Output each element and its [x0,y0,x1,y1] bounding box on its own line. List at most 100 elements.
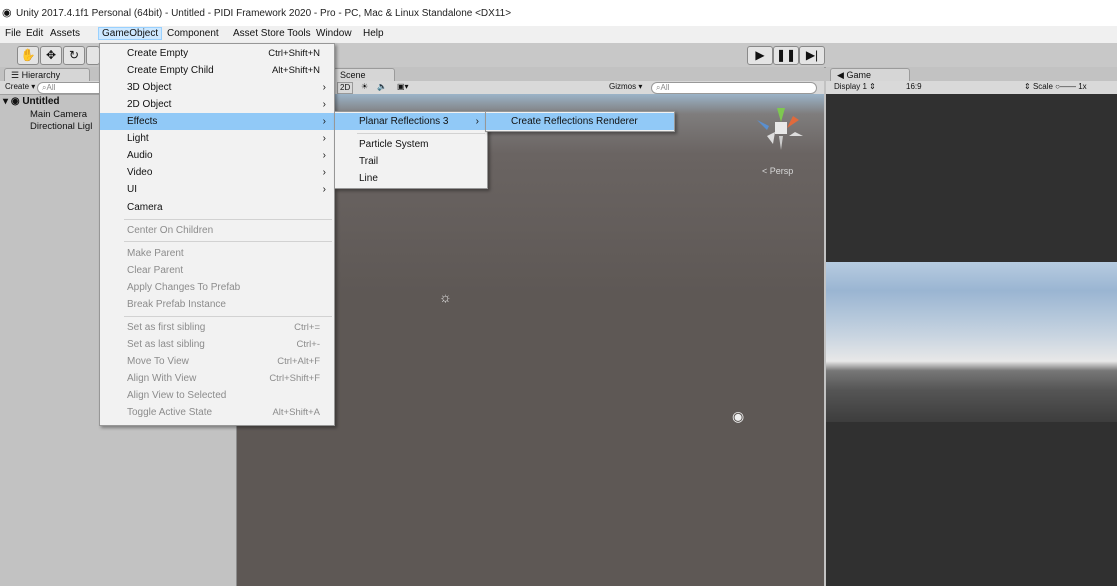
move-tool-button[interactable]: ✥ [40,46,62,65]
persp-label[interactable]: < Persp [762,166,793,176]
scene-toolbar: 2D ☀ 🔈 ▣▾ Gizmos ▾ ⌕All [333,81,824,95]
menu-component[interactable]: Component [164,28,222,39]
menu-camera[interactable]: Camera [100,199,334,216]
menu-item-label: Set as first sibling [127,322,206,333]
menu-item-label: Set as last sibling [127,339,205,350]
menu-video[interactable]: Video › [100,164,334,181]
menu-item-shortcut: Ctrl+Alt+F [277,356,320,367]
menu-item-label: Align With View [127,373,197,384]
tab-hierarchy-label: Hierarchy [21,70,61,80]
menu-center-on-children[interactable]: Center On Children [100,222,334,239]
play-icon: ▶ [755,48,765,62]
menu-align-view-to-selected[interactable]: Align View to Selected [100,387,334,404]
list-item[interactable]: Main Camera [30,109,87,120]
aspect-dropdown[interactable]: 16:9 [904,82,924,92]
menu-line[interactable]: Line [335,170,487,187]
chevron-right-icon: › [322,184,326,195]
gizmos-dropdown[interactable]: Gizmos ▾ [607,82,644,92]
menu-bar: File Edit Assets GameObject Component As… [0,26,1117,43]
menu-item-shortcut: Ctrl+- [296,339,321,350]
rotate-tool-button[interactable]: ↻ [63,46,85,65]
menu-item-label: Trail [359,156,379,167]
menu-item-label: Make Parent [127,248,184,259]
menu-item-label: Create Empty Child [127,65,214,76]
menu-light[interactable]: Light › [100,130,334,147]
tab-hierarchy[interactable]: ☰ Hierarchy [4,68,90,82]
effects-toggle-icon[interactable]: ▣▾ [395,82,411,92]
menu-item-label: Camera [127,202,163,213]
window-title: Unity 2017.4.1f1 Personal (64bit) - Unti… [16,8,512,19]
menu-gameobject[interactable]: GameObject [98,27,163,40]
scene-gizmo[interactable] [755,106,809,154]
scale-slider[interactable]: ⇕ Scale ○—— 1x [1022,82,1089,92]
menu-trail[interactable]: Trail [335,153,487,170]
menu-window[interactable]: Window [313,28,355,39]
list-item[interactable]: Directional Ligl [30,121,92,132]
menu-3d-object[interactable]: 3D Object › [100,79,334,96]
menu-item-label: Align View to Selected [127,390,227,401]
scene-root-item[interactable]: ▾ ◉ Untitled [3,96,60,107]
hand-icon: ✋ [20,48,36,62]
game-toolbar: Display 1 ⇕ 16:9 ⇕ Scale ○—— 1x [826,81,1117,95]
chevron-right-icon: › [322,150,326,161]
menu-clear-parent[interactable]: Clear Parent [100,262,334,279]
menu-divider [357,133,485,134]
menu-file[interactable]: File [2,28,24,39]
chevron-right-icon: › [475,116,479,127]
mode-2d-button[interactable]: 2D [337,82,354,94]
menu-make-parent[interactable]: Make Parent [100,245,334,262]
game-viewport[interactable] [826,94,1117,586]
hierarchy-create-button[interactable]: Create ▾ [3,82,37,92]
tab-scene-label: Scene [340,70,366,80]
lighting-toggle-icon[interactable]: ☀ [359,82,370,92]
menu-create-empty[interactable]: Create Empty Ctrl+Shift+N [100,45,334,62]
play-button[interactable]: ▶ [747,46,773,65]
scene-search-input[interactable]: ⌕All [651,82,817,94]
unity-logo-icon: ◉ [2,7,12,19]
pause-button[interactable]: ❚❚ [773,46,799,65]
sun-icon[interactable]: ☼ [439,289,452,305]
scale-tool-button[interactable] [86,46,100,65]
pause-icon: ❚❚ [775,48,797,62]
menu-audio[interactable]: Audio › [100,147,334,164]
menu-item-label: Line [359,173,378,184]
menu-item-label: Video [127,167,153,178]
tab-game[interactable]: ◀ Game [830,68,910,82]
menu-edit[interactable]: Edit [23,28,46,39]
axis-gizmo-icon [757,108,803,150]
menu-toggle-active-state[interactable]: Toggle Active State Alt+Shift+A [100,404,334,421]
menu-item-shortcut: Alt+Shift+N [271,65,320,76]
menu-set-first-sibling[interactable]: Set as first sibling Ctrl+= [100,319,334,336]
menu-planar-reflections-3[interactable]: Planar Reflections 3 › [335,113,487,130]
unity-scene-icon: ◉ [10,96,20,107]
hand-tool-button[interactable]: ✋ [17,46,39,65]
create-label: Create [5,82,30,91]
menu-move-to-view[interactable]: Move To View Ctrl+Alt+F [100,353,334,370]
step-button[interactable]: ▶| [799,46,825,65]
menu-assets[interactable]: Assets [47,28,83,39]
menu-help[interactable]: Help [360,28,387,39]
menu-align-with-view[interactable]: Align With View Ctrl+Shift+F [100,370,334,387]
search-placeholder: All [660,83,670,92]
menu-particle-system[interactable]: Particle System [335,136,487,153]
display-dropdown[interactable]: Display 1 ⇕ [832,82,878,92]
menu-create-empty-child[interactable]: Create Empty Child Alt+Shift+N [100,62,334,79]
game-panel: ◀ Game Display 1 ⇕ 16:9 ⇕ Scale ○—— 1x [826,67,1117,586]
menu-ui[interactable]: UI › [100,181,334,198]
camera-icon[interactable]: ◉ [732,408,744,425]
tab-scene[interactable]: Scene [333,68,395,82]
persp-label-text: Persp [769,166,794,176]
menu-effects[interactable]: Effects › [100,113,334,130]
menu-asset-store-tools[interactable]: Asset Store Tools [230,28,314,39]
rotate-icon: ↻ [68,48,80,62]
menu-divider [124,316,332,317]
step-icon: ▶| [805,48,819,62]
menu-apply-changes-to-prefab[interactable]: Apply Changes To Prefab [100,279,334,296]
menu-item-label: Create Empty [127,48,189,59]
audio-toggle-icon[interactable]: 🔈 [375,82,389,92]
menu-set-last-sibling[interactable]: Set as last sibling Ctrl+- [100,336,334,353]
menu-break-prefab-instance[interactable]: Break Prefab Instance [100,296,334,313]
menu-create-reflections-renderer[interactable]: Create Reflections Renderer [486,113,674,130]
menu-2d-object[interactable]: 2D Object › [100,96,334,113]
menu-divider [124,219,332,220]
